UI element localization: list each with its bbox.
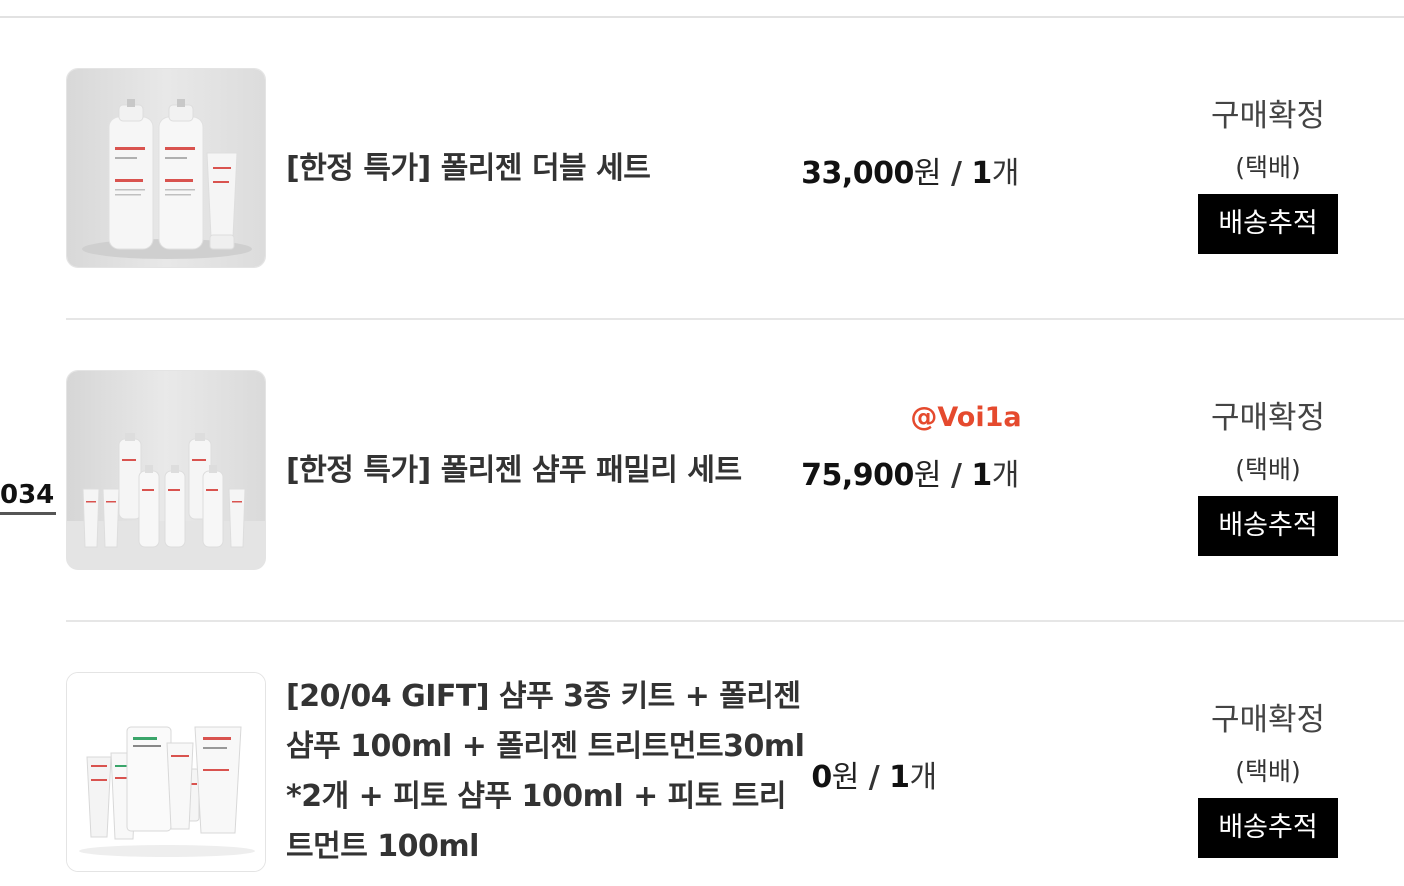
row-divider — [66, 620, 1404, 622]
product-gift-kit-image — [67, 673, 265, 871]
qty-unit: 개 — [991, 156, 1020, 191]
product-thumbnail[interactable] — [66, 68, 266, 268]
product-family-set-image — [67, 371, 265, 569]
product-thumbnail[interactable] — [66, 672, 266, 872]
price-quantity: 33,000원 / 1개 — [740, 148, 1080, 192]
qty-separator: / — [941, 458, 972, 493]
product-name-link[interactable]: [한정 특가] 폴리젠 더블 세트 — [286, 144, 801, 194]
track-delivery-button[interactable]: 배송추적 — [1198, 798, 1338, 858]
order-items-list: 034 [한정 특가] 폴리젠 더블 세트 33,000원 / 1개 구매확정 … — [0, 0, 1404, 886]
shipping-method: (택배) — [1235, 153, 1301, 182]
order-status: 구매확정 — [1210, 400, 1326, 436]
qty-separator: / — [941, 156, 972, 191]
price-amount: 0 — [811, 760, 832, 795]
qty-number: 1 — [971, 458, 992, 493]
order-status: 구매확정 — [1210, 702, 1326, 738]
watermark-text: @Voi1a — [910, 402, 1022, 433]
price-amount: 75,900 — [801, 458, 914, 493]
currency-unit: 원 — [831, 760, 860, 795]
shipping-method: (택배) — [1235, 757, 1301, 786]
price-quantity: 75,900원 / 1개 — [740, 450, 1080, 494]
currency-unit: 원 — [913, 156, 942, 191]
order-status: 구매확정 — [1210, 98, 1326, 134]
qty-unit: 개 — [991, 458, 1020, 493]
row-divider — [66, 318, 1404, 320]
shipping-method: (택배) — [1235, 455, 1301, 484]
track-delivery-button[interactable]: 배송추적 — [1198, 496, 1338, 556]
price-quantity: 0원 / 1개 — [704, 752, 1044, 796]
qty-number: 1 — [889, 760, 910, 795]
product-double-set-image — [67, 69, 265, 267]
qty-separator: / — [858, 760, 890, 795]
track-delivery-button[interactable]: 배송추적 — [1198, 194, 1338, 254]
price-amount: 33,000 — [801, 156, 914, 191]
product-thumbnail[interactable] — [66, 370, 266, 570]
order-number-link[interactable]: 034 — [0, 478, 57, 515]
qty-number: 1 — [971, 156, 992, 191]
product-name-link[interactable]: [한정 특가] 폴리젠 샴푸 패밀리 세트 — [286, 446, 801, 496]
qty-unit: 개 — [909, 760, 938, 795]
currency-unit: 원 — [913, 458, 942, 493]
top-divider — [0, 16, 1404, 18]
